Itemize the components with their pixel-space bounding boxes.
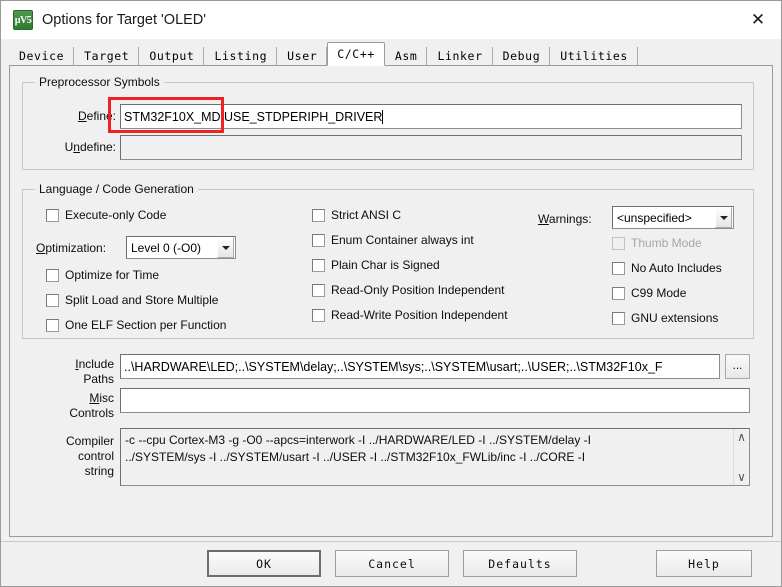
- checkbox-label: Split Load and Store Multiple: [65, 293, 219, 307]
- checkbox-label: Read-Write Position Independent: [331, 308, 508, 322]
- title-bar: µV5 Options for Target 'OLED' ✕: [1, 1, 781, 39]
- tab-utilities[interactable]: Utilities: [550, 47, 638, 65]
- checkbox-label: Strict ANSI C: [331, 208, 402, 222]
- undefine-input[interactable]: [120, 135, 742, 160]
- misc-controls-input[interactable]: [120, 388, 750, 413]
- optimization-value: Level 0 (-O0): [131, 240, 202, 255]
- checkbox-label: Enum Container always int: [331, 233, 474, 247]
- scroll-down-icon[interactable]: ∨: [737, 471, 746, 483]
- ok-button[interactable]: OK: [207, 550, 321, 577]
- checkbox-box[interactable]: [46, 318, 59, 332]
- chevron-down-icon[interactable]: [217, 237, 234, 258]
- checkbox-label: Plain Char is Signed: [331, 258, 440, 272]
- tab-strip: Device Target Output Listing User C/C++ …: [1, 39, 781, 66]
- defaults-button[interactable]: Defaults: [463, 550, 577, 577]
- checkbox-plain-char-is-signed[interactable]: Plain Char is Signed: [312, 258, 440, 272]
- compiler-string-line-2: ../SYSTEM/sys -I ../SYSTEM/usart -I ../U…: [125, 450, 586, 464]
- keil-uvision-icon: µV5: [13, 10, 33, 30]
- tab-linker[interactable]: Linker: [427, 47, 493, 65]
- tab-asm[interactable]: Asm: [384, 47, 428, 65]
- tab-c-cpp[interactable]: C/C++: [327, 42, 385, 66]
- compiler-control-string-textarea[interactable]: -c --cpu Cortex-M3 -g -O0 --apcs=interwo…: [120, 428, 750, 486]
- help-button[interactable]: Help: [656, 550, 752, 577]
- tab-output[interactable]: Output: [139, 47, 205, 65]
- checkbox-box: [612, 236, 625, 250]
- include-paths-value: ..\HARDWARE\LED;..\SYSTEM\delay;..\SYSTE…: [124, 359, 663, 374]
- checkbox-box[interactable]: [612, 286, 625, 300]
- checkbox-no-auto-includes[interactable]: No Auto Includes: [612, 261, 722, 275]
- define-value: STM32F10X_MD,USE_STDPERIPH_DRIVER: [124, 109, 383, 124]
- tab-user[interactable]: User: [277, 47, 328, 65]
- dialog-button-bar: OK Cancel Defaults Help: [1, 541, 781, 586]
- warnings-label: Warnings:: [538, 212, 592, 226]
- scroll-up-icon[interactable]: ∧: [737, 431, 746, 443]
- checkbox-read-write-position-independent[interactable]: Read-Write Position Independent: [312, 308, 508, 322]
- checkbox-one-elf-section-per-function[interactable]: One ELF Section per Function: [46, 318, 226, 332]
- tab-device[interactable]: Device: [9, 47, 75, 65]
- checkbox-box[interactable]: [46, 268, 59, 282]
- checkbox-box[interactable]: [312, 258, 325, 272]
- checkbox-label: Read-Only Position Independent: [331, 283, 505, 297]
- checkbox-box[interactable]: [312, 283, 325, 297]
- checkbox-box[interactable]: [46, 208, 59, 222]
- checkbox-box[interactable]: [312, 208, 325, 222]
- compiler-control-string-label: Compiler control string: [65, 434, 114, 478]
- checkbox-label: Thumb Mode: [631, 236, 702, 250]
- include-paths-input[interactable]: ..\HARDWARE\LED;..\SYSTEM\delay;..\SYSTE…: [120, 354, 720, 379]
- checkbox-box[interactable]: [312, 308, 325, 322]
- text-caret: [382, 109, 384, 124]
- checkbox-enum-container-always-int[interactable]: Enum Container always int: [312, 233, 474, 247]
- checkbox-thumb-mode[interactable]: Thumb Mode: [612, 236, 702, 250]
- checkbox-label: One ELF Section per Function: [65, 318, 227, 332]
- options-dialog: µV5 Options for Target 'OLED' ✕ Device T…: [0, 0, 782, 587]
- warnings-select[interactable]: <unspecified>: [612, 206, 734, 229]
- checkbox-gnu-extensions[interactable]: GNU extensions: [612, 311, 718, 325]
- checkbox-read-only-position-independent[interactable]: Read-Only Position Independent: [312, 283, 504, 297]
- checkbox-c99-mode[interactable]: C99 Mode: [612, 286, 686, 300]
- checkbox-label: C99 Mode: [631, 286, 687, 300]
- close-icon[interactable]: ✕: [735, 1, 781, 39]
- checkbox-label: No Auto Includes: [631, 261, 722, 275]
- optimization-select[interactable]: Level 0 (-O0): [126, 236, 236, 259]
- checkbox-box[interactable]: [312, 233, 325, 247]
- define-label: Define:: [77, 109, 116, 123]
- optimization-label: Optimization:: [36, 241, 107, 255]
- checkbox-label: Optimize for Time: [65, 268, 160, 282]
- checkbox-box[interactable]: [46, 293, 59, 307]
- compiler-string-line-1: -c --cpu Cortex-M3 -g -O0 --apcs=interwo…: [125, 433, 591, 447]
- c-cpp-panel: Preprocessor Symbols Define: STM32F10X_M…: [9, 65, 773, 537]
- checkbox-box[interactable]: [612, 261, 625, 275]
- cancel-button[interactable]: Cancel: [335, 550, 449, 577]
- checkbox-label: Execute-only Code: [65, 208, 167, 222]
- tab-target[interactable]: Target: [74, 47, 140, 65]
- chevron-down-icon[interactable]: [715, 207, 732, 228]
- misc-controls-label: Misc Controls: [69, 391, 114, 420]
- checkbox-strict-ansi-c[interactable]: Strict ANSI C: [312, 208, 401, 222]
- window-title: Options for Target 'OLED': [42, 12, 207, 28]
- checkbox-label: GNU extensions: [631, 311, 719, 325]
- include-paths-label: Include Paths: [75, 357, 114, 386]
- include-paths-browse-button[interactable]: ...: [725, 354, 750, 379]
- define-input[interactable]: STM32F10X_MD,USE_STDPERIPH_DRIVER: [120, 104, 742, 129]
- checkbox-optimize-for-time[interactable]: Optimize for Time: [46, 268, 159, 282]
- checkbox-split-load-and-store-multiple[interactable]: Split Load and Store Multiple: [46, 293, 218, 307]
- checkbox-execute-only-code[interactable]: Execute-only Code: [46, 208, 166, 222]
- tab-listing[interactable]: Listing: [204, 47, 278, 65]
- compiler-control-string-text: -c --cpu Cortex-M3 -g -O0 --apcs=interwo…: [121, 429, 733, 485]
- compiler-string-scrollbar[interactable]: ∧ ∨: [733, 429, 749, 485]
- checkbox-box[interactable]: [612, 311, 625, 325]
- keil-uvision-icon-glyph: µV5: [14, 14, 32, 26]
- preprocessor-symbols-title: Preprocessor Symbols: [35, 75, 164, 89]
- tab-debug[interactable]: Debug: [492, 47, 551, 65]
- warnings-value: <unspecified>: [617, 210, 692, 225]
- undefine-label: Undefine:: [64, 140, 116, 154]
- language-code-generation-title: Language / Code Generation: [35, 182, 198, 196]
